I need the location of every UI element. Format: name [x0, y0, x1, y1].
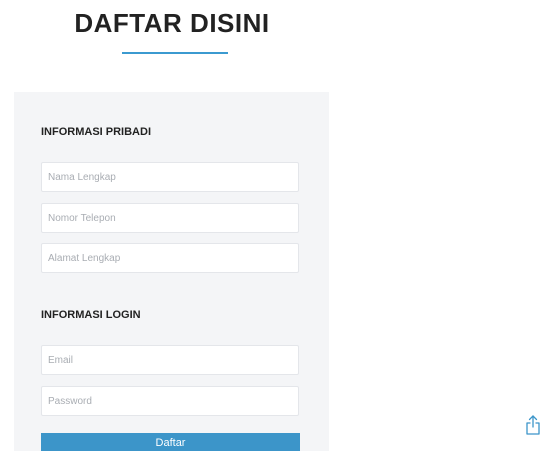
phone-input[interactable] [41, 203, 299, 233]
personal-info-heading: INFORMASI PRIBADI [41, 126, 151, 138]
page-title: DAFTAR DISINI [74, 8, 270, 38]
registration-page: DAFTAR DISINI INFORMASI PRIBADI INFORMAS… [0, 0, 542, 451]
title-underline [122, 52, 228, 54]
email-input[interactable] [41, 345, 299, 375]
registration-form-panel: INFORMASI PRIBADI INFORMASI LOGIN Daftar [14, 92, 329, 451]
share-icon[interactable] [524, 414, 542, 436]
register-button[interactable]: Daftar [41, 433, 300, 451]
full-name-input[interactable] [41, 162, 299, 192]
address-input[interactable] [41, 243, 299, 273]
password-input[interactable] [41, 386, 299, 416]
login-info-heading: INFORMASI LOGIN [41, 309, 141, 321]
